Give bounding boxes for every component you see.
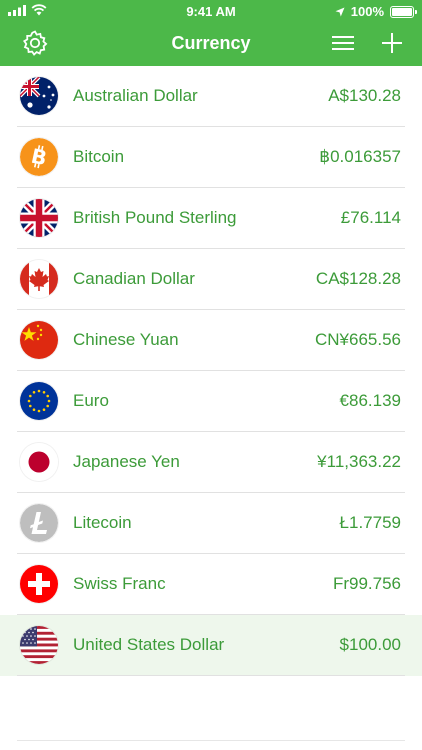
currency-row-litecoin[interactable]: Litecoin Ł1.7759 [0,493,422,554]
currency-amount: €86.139 [339,391,401,410]
canada-flag-icon [20,260,58,298]
currency-row-canadian-dollar[interactable]: Canadian Dollar CA$128.28 [0,249,422,310]
bitcoin-logo-icon: B [20,138,58,176]
battery-percentage: 100% [350,4,384,19]
currency-list: Australian Dollar A$130.28 B Bitcoin ฿0.… [0,66,422,676]
currency-amount: A$130.28 [328,86,401,105]
row-divider [17,675,405,676]
eu-flag-icon [20,382,58,420]
plus-icon [382,33,402,53]
bottom-divider [17,740,405,741]
currency-name: Chinese Yuan [73,330,179,349]
page-title: Currency [171,33,251,53]
uk-flag-icon [20,199,58,237]
currency-amount: Ł1.7759 [339,513,401,532]
currency-amount: $100.00 [339,635,401,654]
currency-row-euro[interactable]: Euro €86.139 [0,371,422,432]
currency-row-japanese-yen[interactable]: Japanese Yen ¥11,363.22 [0,432,422,493]
usa-flag-icon [20,626,58,664]
currency-amount: Fr99.756 [332,574,401,593]
china-flag-icon [20,321,58,359]
hamburger-icon [332,36,354,50]
currency-row-swiss-franc[interactable]: Swiss Franc Fr99.756 [0,554,422,615]
australia-flag-icon [20,77,58,115]
menu-button[interactable] [328,28,358,58]
navigation-header: 9:41 AM 100% Currency [0,0,422,66]
currency-name: Bitcoin [73,147,125,166]
currency-name: Swiss Franc [73,574,166,593]
add-currency-button[interactable] [377,28,407,58]
status-bar: 9:41 AM 100% [0,0,422,22]
currency-name: Australian Dollar [73,86,198,105]
battery-icon [390,5,417,18]
currency-name: Canadian Dollar [73,269,195,288]
currency-row-chinese-yuan[interactable]: Chinese Yuan CN¥665.56 [0,310,422,371]
currency-name: Litecoin [73,513,132,532]
currency-row-british-pound[interactable]: British Pound Sterling £76.114 [0,188,422,249]
currency-name: British Pound Sterling [73,208,237,227]
currency-amount: ¥11,363.22 [317,452,401,471]
currency-name: United States Dollar [73,635,225,654]
currency-amount: £76.114 [340,208,401,227]
currency-row-australian-dollar[interactable]: Australian Dollar A$130.28 [0,66,422,127]
status-right: 100% [335,4,417,19]
currency-name: Euro [73,391,109,410]
currency-row-bitcoin[interactable]: B Bitcoin ฿0.016357 [0,127,422,188]
currency-amount: CA$128.28 [315,269,401,288]
currency-name: Japanese Yen [73,452,180,471]
currency-amount: CN¥665.56 [314,330,401,349]
litecoin-logo-icon [20,504,58,542]
currency-row-us-dollar[interactable]: United States Dollar $100.00 [0,615,422,676]
switzerland-flag-icon [20,565,58,603]
currency-amount: ฿0.016357 [319,147,401,166]
japan-flag-icon [20,443,58,481]
location-arrow-icon [335,7,345,16]
